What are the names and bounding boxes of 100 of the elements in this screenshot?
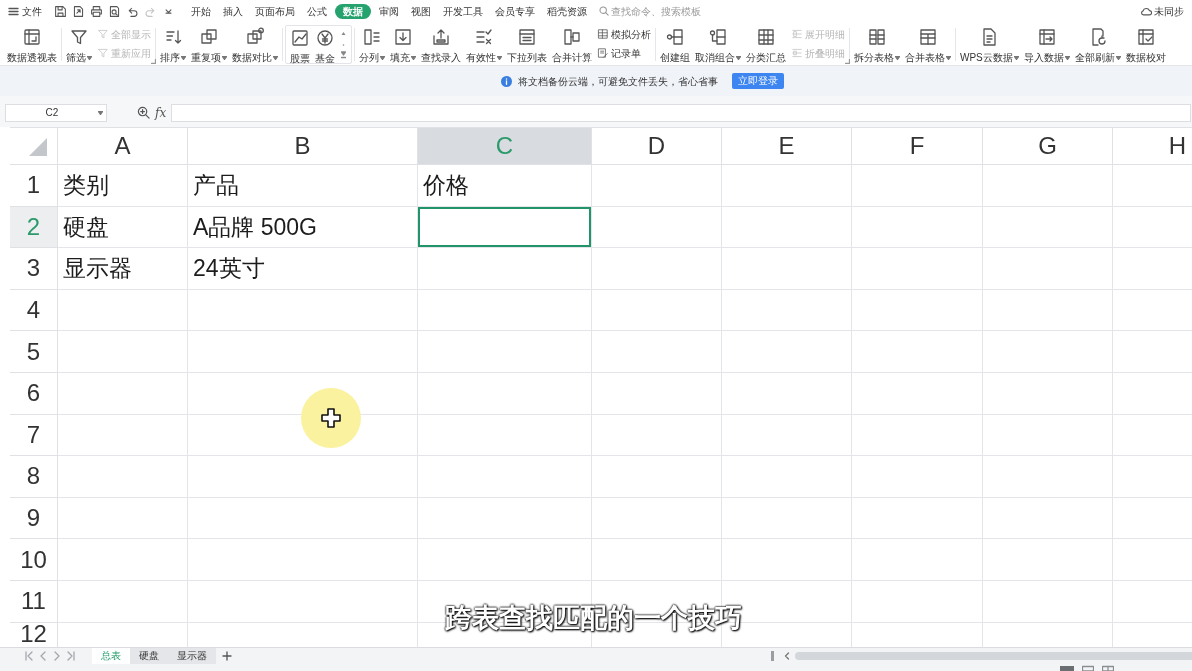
ribbon-button[interactable]: 导入数据 xyxy=(1021,25,1072,64)
column-header[interactable]: B xyxy=(188,128,418,165)
menu-tab[interactable]: 稻壳资源 xyxy=(541,3,593,19)
formula-input[interactable] xyxy=(171,103,1191,122)
ribbon-button[interactable]: 合并表格 xyxy=(903,25,953,64)
row-header[interactable]: 9 xyxy=(10,497,58,540)
scroll-arrows-icon[interactable] xyxy=(341,29,346,60)
menu-tab[interactable]: 审阅 xyxy=(373,3,405,19)
row-header[interactable]: 7 xyxy=(10,414,58,457)
row-header[interactable]: 11 xyxy=(10,580,58,623)
scroll-left-icon[interactable] xyxy=(784,652,790,660)
ribbon-button[interactable]: 全部刷新 xyxy=(1072,25,1123,64)
sheet-tab[interactable]: 硬盘 xyxy=(130,648,168,664)
ungroup-icon xyxy=(708,27,728,47)
ribbon-button[interactable]: 重复项 xyxy=(189,25,229,64)
row-header[interactable]: 6 xyxy=(10,372,58,415)
ribbon-button[interactable]: 有效性 xyxy=(464,25,504,64)
print-preview-icon[interactable] xyxy=(108,4,121,18)
splitter-handle-icon[interactable] xyxy=(771,651,774,661)
column-header[interactable]: G xyxy=(983,128,1113,165)
sheet-tab[interactable]: 显示器 xyxy=(168,648,216,664)
ribbon-button[interactable]: 股票 xyxy=(288,26,312,63)
info-icon xyxy=(500,75,512,87)
print-icon[interactable] xyxy=(90,4,103,18)
expand-rows-icon xyxy=(791,28,803,40)
ribbon-button[interactable]: WPS云数据 xyxy=(958,25,1021,64)
table-check-icon xyxy=(1135,27,1156,47)
ribbon-button[interactable]: 记录单 xyxy=(595,46,653,60)
ribbon-button[interactable]: 基金 xyxy=(313,26,337,63)
save-icon[interactable] xyxy=(54,4,67,18)
funnel-icon xyxy=(97,47,109,59)
ribbon-button[interactable]: 模拟分析 xyxy=(595,27,653,41)
menu-tab[interactable]: 开发工具 xyxy=(437,3,489,19)
login-button[interactable]: 立即登录 xyxy=(731,73,784,89)
ribbon-button[interactable]: 创建组 xyxy=(658,25,692,64)
ribbon-button[interactable]: 取消组合 xyxy=(693,25,743,64)
next-sheet-icon[interactable] xyxy=(52,651,62,661)
search-field[interactable]: 查找命令、搜索模板 xyxy=(611,3,721,19)
ribbon-button[interactable]: 排序 xyxy=(158,25,188,64)
first-sheet-icon[interactable] xyxy=(24,651,34,661)
menu-icon xyxy=(8,6,19,16)
ribbon-button[interactable]: 下拉列表 xyxy=(505,25,549,64)
split-columns-icon xyxy=(362,27,382,47)
ribbon-button[interactable]: 拆分表格 xyxy=(852,25,902,64)
row-header[interactable]: 1 xyxy=(10,165,58,207)
table-cell: 显示器 xyxy=(58,248,188,290)
table-cell: 24英寸 xyxy=(188,248,418,290)
page-layout-view-icon[interactable] xyxy=(1082,664,1094,671)
function-label[interactable]: fx xyxy=(155,105,167,120)
fill-down-icon xyxy=(393,27,413,47)
previous-sheet-icon[interactable] xyxy=(38,651,48,661)
add-icon[interactable] xyxy=(222,651,232,661)
table-icon xyxy=(918,27,938,47)
name-box[interactable]: C2 xyxy=(5,103,107,122)
launcher-icon[interactable] xyxy=(151,59,156,64)
zoom-in-icon[interactable] xyxy=(137,106,150,119)
ribbon-button[interactable]: 合并计算 xyxy=(550,25,594,64)
column-header[interactable]: F xyxy=(852,128,983,165)
normal-view-icon[interactable] xyxy=(1060,664,1074,671)
table-cell: A品牌 500G xyxy=(188,206,418,249)
column-header[interactable]: A xyxy=(58,128,188,165)
file-menu-button[interactable]: 文件 xyxy=(8,2,42,20)
ribbon-button[interactable]: 数据校对 xyxy=(1123,25,1168,64)
merge-boxes-icon xyxy=(562,27,582,47)
last-sheet-icon[interactable] xyxy=(66,651,76,661)
horizontal-scrollbar[interactable] xyxy=(795,652,1192,660)
column-header[interactable]: E xyxy=(722,128,852,165)
grid-icon xyxy=(756,27,776,47)
menu-tab[interactable]: 视图 xyxy=(405,3,437,19)
column-header[interactable]: D xyxy=(592,128,722,165)
select-all-icon[interactable] xyxy=(29,138,47,156)
menu-tab[interactable]: 公式 xyxy=(301,3,333,19)
ribbon-button[interactable]: 数据透视表 xyxy=(5,25,59,64)
launcher-icon[interactable] xyxy=(845,59,850,64)
menu-tab[interactable]: 插入 xyxy=(217,3,249,19)
ribbon-button[interactable]: 分类汇总 xyxy=(744,25,788,64)
table-cell: 产品 xyxy=(188,165,418,207)
sync-status-button[interactable]: 未同步 xyxy=(1140,3,1184,19)
menu-tab[interactable]: 页面布局 xyxy=(249,3,301,19)
funnel-icon xyxy=(69,27,89,47)
split-table-icon xyxy=(867,27,887,47)
row-header[interactable]: 10 xyxy=(10,539,58,581)
row-header[interactable]: 3 xyxy=(10,248,58,290)
menu-tab[interactable]: 会员专享 xyxy=(489,3,541,19)
row-header[interactable]: 5 xyxy=(10,331,58,373)
group-icon xyxy=(665,27,685,47)
ribbon-button[interactable]: 填充 xyxy=(388,25,418,64)
row-header[interactable]: 8 xyxy=(10,456,58,498)
table-cell: 类别 xyxy=(58,165,188,207)
menu-tab[interactable]: 开始 xyxy=(185,3,217,19)
ribbon-button[interactable]: 数据对比 xyxy=(230,25,280,64)
export-document-icon[interactable] xyxy=(72,4,85,18)
ribbon-button[interactable]: 查找录入 xyxy=(419,25,463,64)
ribbon-button[interactable]: 筛选 xyxy=(64,25,94,64)
ribbon-button[interactable]: 分列 xyxy=(357,25,387,64)
page-break-view-icon[interactable] xyxy=(1102,664,1114,671)
coin-icon xyxy=(315,28,335,48)
table-cell: 价格 xyxy=(418,165,592,207)
sheet-tab[interactable]: 总表 xyxy=(92,648,130,664)
row-header[interactable]: 4 xyxy=(10,289,58,332)
